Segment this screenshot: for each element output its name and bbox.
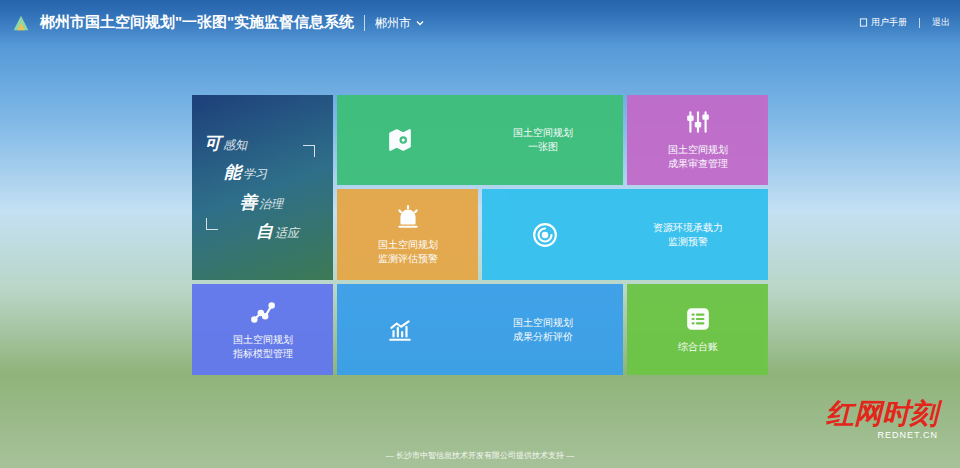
slogan-panel: 可感知能学习善治理自适应 [192, 95, 333, 280]
tile-label: 资源环境承载力监测预警 [653, 221, 723, 249]
module-grid: 可感知能学习善治理自适应 国土空间规划一张图国土空间规划成果审查管理国土空间规划监… [192, 95, 768, 375]
user-manual-link[interactable]: 用户手册 [859, 16, 907, 30]
corner-mark [303, 145, 315, 157]
system-title: 郴州市国土空间规划"一张图"实施监督信息系统 [40, 11, 354, 34]
slogan-line: 自适应 [192, 219, 333, 245]
alarm-icon [395, 204, 421, 230]
sliders-icon [685, 109, 711, 135]
region-select[interactable]: 郴州市 [375, 14, 425, 32]
tile-label: 国土空间规划成果分析评价 [513, 316, 573, 344]
tile-label: 国土空间规划指标模型管理 [233, 333, 293, 361]
app: 郴州市国土空间规划"一张图"实施监督信息系统 郴州市 用户手册 退出可感知能学习善治理… [0, 0, 960, 468]
tile-label: 国土空间规划监测评估预警 [378, 238, 438, 266]
nodes-icon [250, 299, 276, 325]
module-tile[interactable]: 国土空间规划一张图 [337, 95, 623, 185]
footer: — 长沙市中智信息技术开发有限公司提供技术支持 — [0, 450, 960, 462]
watermark: 红网时刻REDNET.CN [826, 399, 938, 443]
chevron-down-icon [415, 18, 425, 28]
slogan-line: 能学习 [192, 160, 333, 186]
document-icon [859, 18, 868, 27]
slogan-line: 善治理 [192, 190, 333, 216]
module-tile[interactable]: 国土空间规划成果分析评价 [337, 284, 623, 375]
module-tile[interactable]: 国土空间规划成果审查管理 [627, 95, 768, 185]
module-tile[interactable]: 国土空间规划监测评估预警 [337, 189, 478, 280]
module-tile[interactable]: 国土空间规划指标模型管理 [192, 284, 333, 375]
map-icon [387, 127, 413, 153]
logout-button[interactable]: 退出 [932, 16, 950, 30]
tile-label: 综合台账 [678, 340, 718, 354]
module-tile[interactable]: 综合台账 [627, 284, 768, 375]
tile-label: 国土空间规划一张图 [513, 126, 573, 154]
corner-mark [206, 218, 218, 230]
header: 郴州市国土空间规划"一张图"实施监督信息系统 郴州市 用户手册 退出 [0, 0, 960, 45]
divider [364, 15, 365, 31]
ledger-icon [685, 306, 711, 332]
slogan-line: 可感知 [192, 131, 333, 157]
divider [919, 18, 920, 28]
radar-icon [532, 222, 558, 248]
module-tile[interactable]: 资源环境承载力监测预警 [482, 189, 768, 280]
chart-icon [387, 317, 413, 343]
logo-icon [10, 12, 32, 34]
tile-label: 国土空间规划成果审查管理 [668, 143, 728, 171]
